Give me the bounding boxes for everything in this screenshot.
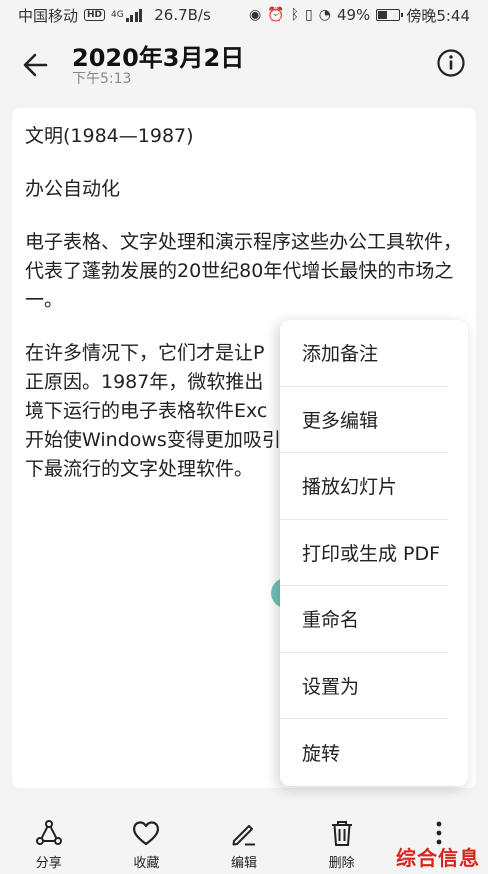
carrier-label: 中国移动 <box>18 6 79 25</box>
note-paragraph: 电子表格、文字处理和演示程序这些办公工具软件，代表了蓬勃发展的20世纪80年代增… <box>25 231 463 311</box>
clock: 傍晚5:44 <box>406 6 470 25</box>
pencil-icon <box>232 825 255 846</box>
alarm-icon: ⏰ <box>267 7 285 23</box>
battery-percent: 49% <box>336 6 371 24</box>
delete-button[interactable]: 删除 <box>293 800 391 874</box>
share-label: 分享 <box>35 856 62 871</box>
note-paragraph: 文明(1984—1987) <box>25 125 194 147</box>
menu-item-rotate[interactable]: 旋转 <box>280 719 448 786</box>
network-type: 4G <box>111 10 124 20</box>
menu-item-rename[interactable]: 重命名 <box>280 586 448 653</box>
network-speed: 26.7B/s <box>154 6 211 24</box>
share-button[interactable]: 分享 <box>0 800 98 874</box>
favorite-button[interactable]: 收藏 <box>98 800 196 874</box>
status-bar: 中国移动 HD 4G 26.7B/s ◉ ⏰ ᛒ ▯ ◔ 49% 傍晚5:44 <box>0 0 488 30</box>
delete-label: 删除 <box>328 856 355 871</box>
app-header: 2020年3月2日 下午5:13 <box>0 30 488 96</box>
heart-icon <box>133 821 160 846</box>
battery-icon <box>376 9 404 21</box>
menu-item-more-edit[interactable]: 更多编辑 <box>280 387 448 453</box>
watermark: 综合信息 <box>396 846 480 870</box>
info-icon[interactable] <box>436 48 466 78</box>
signal-icon <box>125 8 143 22</box>
menu-item-set-as[interactable]: 设置为 <box>280 653 448 719</box>
wifi-icon: ◔ <box>318 7 331 23</box>
page-subtitle: 下午5:13 <box>72 71 132 87</box>
edit-label: 编辑 <box>230 856 257 871</box>
trash-icon <box>331 821 352 846</box>
menu-item-add-note[interactable]: 添加备注 <box>280 320 448 387</box>
menu-item-slideshow[interactable]: 播放幻灯片 <box>280 453 448 520</box>
eye-icon: ◉ <box>248 7 262 23</box>
edit-button[interactable]: 编辑 <box>195 800 293 874</box>
vibrate-icon: ▯ <box>305 7 313 23</box>
bluetooth-icon: ᛒ <box>290 7 300 23</box>
hd-badge: HD <box>84 9 106 21</box>
more-options-menu: 添加备注 更多编辑 播放幻灯片 打印或生成 PDF 重命名 设置为 旋转 <box>280 320 468 786</box>
back-arrow-icon[interactable] <box>20 48 54 82</box>
note-paragraph: 办公自动化 <box>25 178 121 200</box>
menu-item-print-pdf[interactable]: 打印或生成 PDF <box>280 520 448 586</box>
favorite-label: 收藏 <box>133 856 160 871</box>
share-icon <box>35 820 62 845</box>
